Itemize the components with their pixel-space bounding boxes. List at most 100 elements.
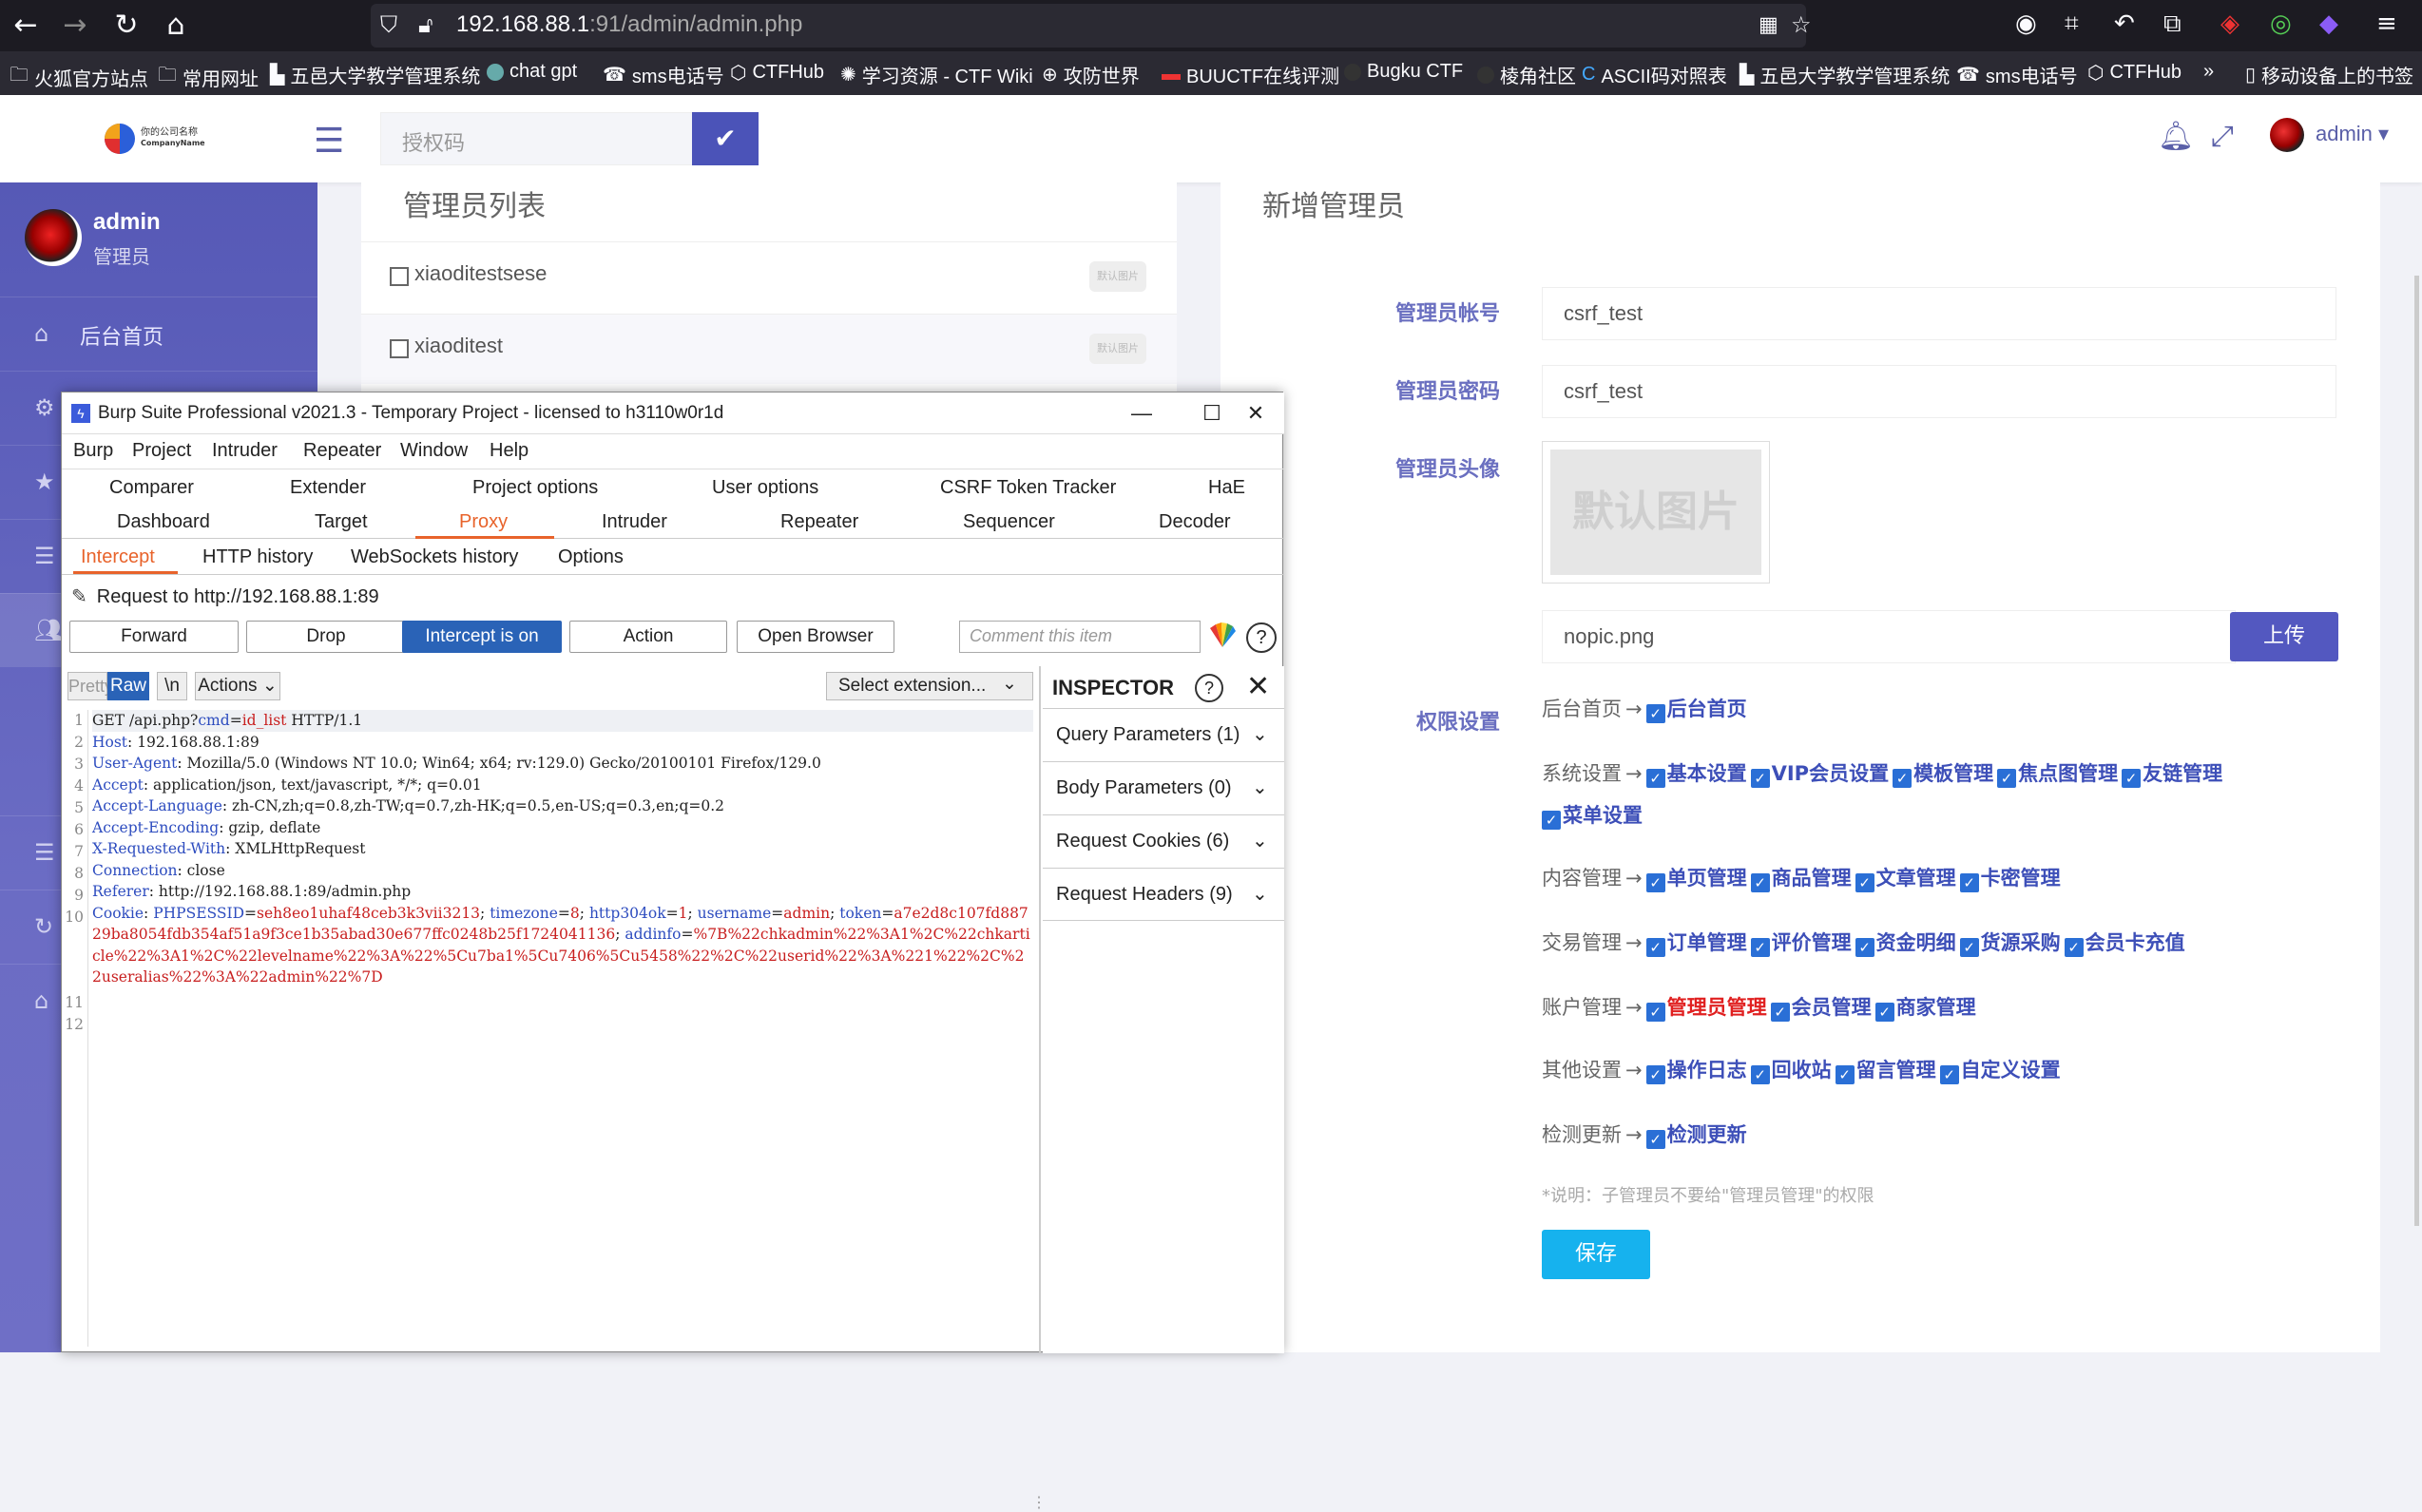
help-icon[interactable]: ? — [1195, 674, 1223, 702]
select-extension-dropdown[interactable]: Select extension... ⌄ — [826, 672, 1033, 700]
minimize-icon[interactable]: — — [1113, 396, 1170, 431]
tab-websockets-history[interactable]: WebSockets history — [351, 546, 518, 568]
save-button[interactable]: 保存 — [1542, 1230, 1650, 1279]
account-icon[interactable]: ◉ — [2015, 10, 2037, 38]
permission-checkbox[interactable]: ✓ — [1750, 1065, 1770, 1084]
bookmark-item[interactable]: chat gpt — [487, 61, 577, 83]
bookmark-item[interactable]: ☎ sms电话号 — [603, 61, 724, 88]
highlight-icon[interactable] — [1208, 622, 1239, 651]
permission-checkbox[interactable]: ✓ — [1770, 1003, 1790, 1022]
permission-checkbox[interactable]: ✓ — [1874, 1003, 1894, 1022]
permission-checkbox[interactable]: ✓ — [1645, 938, 1665, 957]
tab-intruder[interactable]: Intruder — [602, 511, 667, 533]
fullscreen-icon[interactable]: ⤢ — [2211, 120, 2234, 153]
forward-button[interactable]: Forward — [69, 621, 239, 653]
bookmark-item[interactable]: ⊕ 攻防世界 — [1042, 61, 1140, 88]
row-checkbox[interactable] — [390, 267, 409, 286]
drop-button[interactable]: Drop — [246, 621, 406, 653]
menu-toggle-icon[interactable]: ☰ — [314, 122, 344, 161]
permission-checkbox[interactable]: ✓ — [1645, 873, 1665, 892]
menu-window[interactable]: Window — [400, 440, 468, 462]
tab-target[interactable]: Target — [315, 511, 368, 533]
permission-checkbox[interactable]: ✓ — [1645, 1065, 1665, 1084]
bookmark-item[interactable]: C ASCII码对照表 — [1582, 61, 1727, 88]
request-text[interactable]: 1 2 3 4 5 6 7 8 9 10 11 12 GET /api.php?cmd=id_list… — [62, 710, 1035, 1347]
crop-icon[interactable]: ⌗ — [2065, 10, 2079, 39]
bookmark-item[interactable]: 棱角社区 — [1477, 61, 1576, 88]
permission-checkbox[interactable]: ✓ — [1645, 704, 1665, 723]
tab-csrf-token-tracker[interactable]: CSRF Token Tracker — [940, 477, 1116, 499]
bookmark-item[interactable]: ✺ 学习资源 - CTF Wiki — [840, 61, 1033, 88]
raw-tab[interactable]: Raw — [107, 672, 149, 700]
tab-repeater[interactable]: Repeater — [780, 511, 858, 533]
permission-checkbox[interactable]: ✓ — [1855, 873, 1874, 892]
list-item[interactable]: xiaoditest 默认图片 — [361, 314, 1177, 384]
extension-purple-icon[interactable]: ◆ — [2319, 10, 2338, 38]
shield-icon[interactable]: ⛉ — [380, 11, 397, 38]
request-line[interactable] — [92, 1009, 1033, 1031]
bookmark-item[interactable]: ▬ BUUCTF在线评测 — [1162, 61, 1339, 88]
permission-checkbox[interactable]: ✓ — [1997, 769, 2017, 788]
home-icon[interactable]: ⌂ — [158, 8, 194, 44]
menu-repeater[interactable]: Repeater — [303, 440, 381, 462]
permission-checkbox[interactable]: ✓ — [1959, 938, 1979, 957]
auth-submit-button[interactable]: ✔ — [692, 112, 759, 165]
extension-icon[interactable]: ⧉ — [2163, 10, 2182, 39]
password-field[interactable]: csrf_test — [1542, 365, 2336, 418]
tab-comparer[interactable]: Comparer — [109, 477, 194, 499]
permission-checkbox[interactable]: ✓ — [1835, 1065, 1855, 1084]
avatar-file-field[interactable]: nopic.png — [1542, 610, 2236, 663]
tab-decoder[interactable]: Decoder — [1159, 511, 1231, 533]
tab-http-history[interactable]: HTTP history — [202, 546, 313, 568]
permission-checkbox[interactable]: ✓ — [1959, 873, 1979, 892]
menu-burp[interactable]: Burp — [73, 440, 113, 462]
bookmark-item[interactable]: 🗀 常用网址 — [158, 61, 259, 93]
url-text[interactable]: 192.168.88.1:91/admin/admin.php — [456, 11, 802, 38]
tab-extender[interactable]: Extender — [290, 477, 366, 499]
request-line[interactable]: Cookie: PHPSESSID=seh8eo1uhaf48ceb3k3vii… — [92, 903, 1033, 988]
bookmark-item[interactable]: ▙ 五邑大学教学管理系统 — [270, 61, 480, 88]
request-line[interactable]: Host: 192.168.88.1:89 — [92, 732, 1033, 754]
bookmark-item[interactable]: 🗀 火狐官方站点 — [10, 61, 148, 93]
permission-checkbox[interactable]: ✓ — [1542, 811, 1561, 830]
actions-dropdown[interactable]: Actions ⌄ — [195, 672, 280, 700]
request-editor[interactable]: Pretty Raw \n Actions ⌄ Select extension… — [62, 666, 1047, 1511]
reload-icon[interactable]: ↻ — [108, 8, 144, 44]
tab-project-options[interactable]: Project options — [472, 477, 598, 499]
undo-icon[interactable]: ↶ — [2114, 10, 2135, 38]
bookmark-item[interactable]: ▙ 五邑大学教学管理系统 — [1740, 61, 1950, 88]
auth-code-input[interactable]: 授权码 — [380, 112, 694, 165]
page-scrollbar[interactable] — [2414, 276, 2419, 1226]
menu-project[interactable]: Project — [132, 440, 191, 462]
request-line[interactable]: User-Agent: Mozilla/5.0 (Windows NT 10.0… — [92, 753, 1033, 775]
permission-checkbox[interactable]: ✓ — [1893, 769, 1913, 788]
request-line[interactable]: Accept-Encoding: gzip, deflate — [92, 817, 1033, 839]
inspector-body-params[interactable]: Body Parameters (0) ⌄ — [1043, 761, 1284, 814]
newline-toggle[interactable]: \n — [157, 672, 187, 700]
permission-checkbox[interactable]: ✓ — [2064, 938, 2084, 957]
request-line[interactable]: Accept: application/json, text/javascrip… — [92, 775, 1033, 796]
permission-checkbox[interactable]: ✓ — [1750, 769, 1770, 788]
request-line[interactable]: Referer: http://192.168.88.1:89/admin.ph… — [92, 881, 1033, 903]
inspector-request-headers[interactable]: Request Headers (9) ⌄ — [1043, 868, 1284, 921]
tab-options[interactable]: Options — [558, 546, 624, 568]
permission-checkbox[interactable]: ✓ — [1645, 1003, 1665, 1022]
tab-intercept[interactable]: Intercept — [81, 546, 155, 568]
pretty-tab[interactable]: Pretty — [67, 672, 113, 700]
menu-intruder[interactable]: Intruder — [212, 440, 278, 462]
permission-checkbox[interactable]: ✓ — [1750, 938, 1770, 957]
account-field[interactable]: csrf_test — [1542, 287, 2336, 340]
help-icon[interactable]: ? — [1246, 622, 1277, 653]
comment-input[interactable]: Comment this item — [959, 621, 1201, 653]
window-titlebar[interactable]: ϟ Burp Suite Professional v2021.3 - Temp… — [62, 392, 1284, 434]
bookmark-star-icon[interactable]: ☆ — [1791, 11, 1812, 38]
url-bar[interactable]: ⛉ 🔓︎ 192.168.88.1:91/admin/admin.php ▦ ☆ — [371, 4, 1812, 48]
bookmark-item[interactable]: Bugku CTF — [1344, 61, 1463, 83]
menu-icon[interactable]: ≡ — [2376, 10, 2397, 38]
action-button[interactable]: Action — [569, 621, 727, 653]
tab-user-options[interactable]: User options — [712, 477, 818, 499]
user-menu[interactable]: admin ▾ — [2316, 122, 2389, 146]
sidebar-item-home[interactable]: ⌂ 后台首页 — [0, 297, 317, 371]
qr-code-icon[interactable]: ▦ — [1759, 13, 1778, 37]
forward-icon[interactable]: → — [57, 8, 93, 44]
